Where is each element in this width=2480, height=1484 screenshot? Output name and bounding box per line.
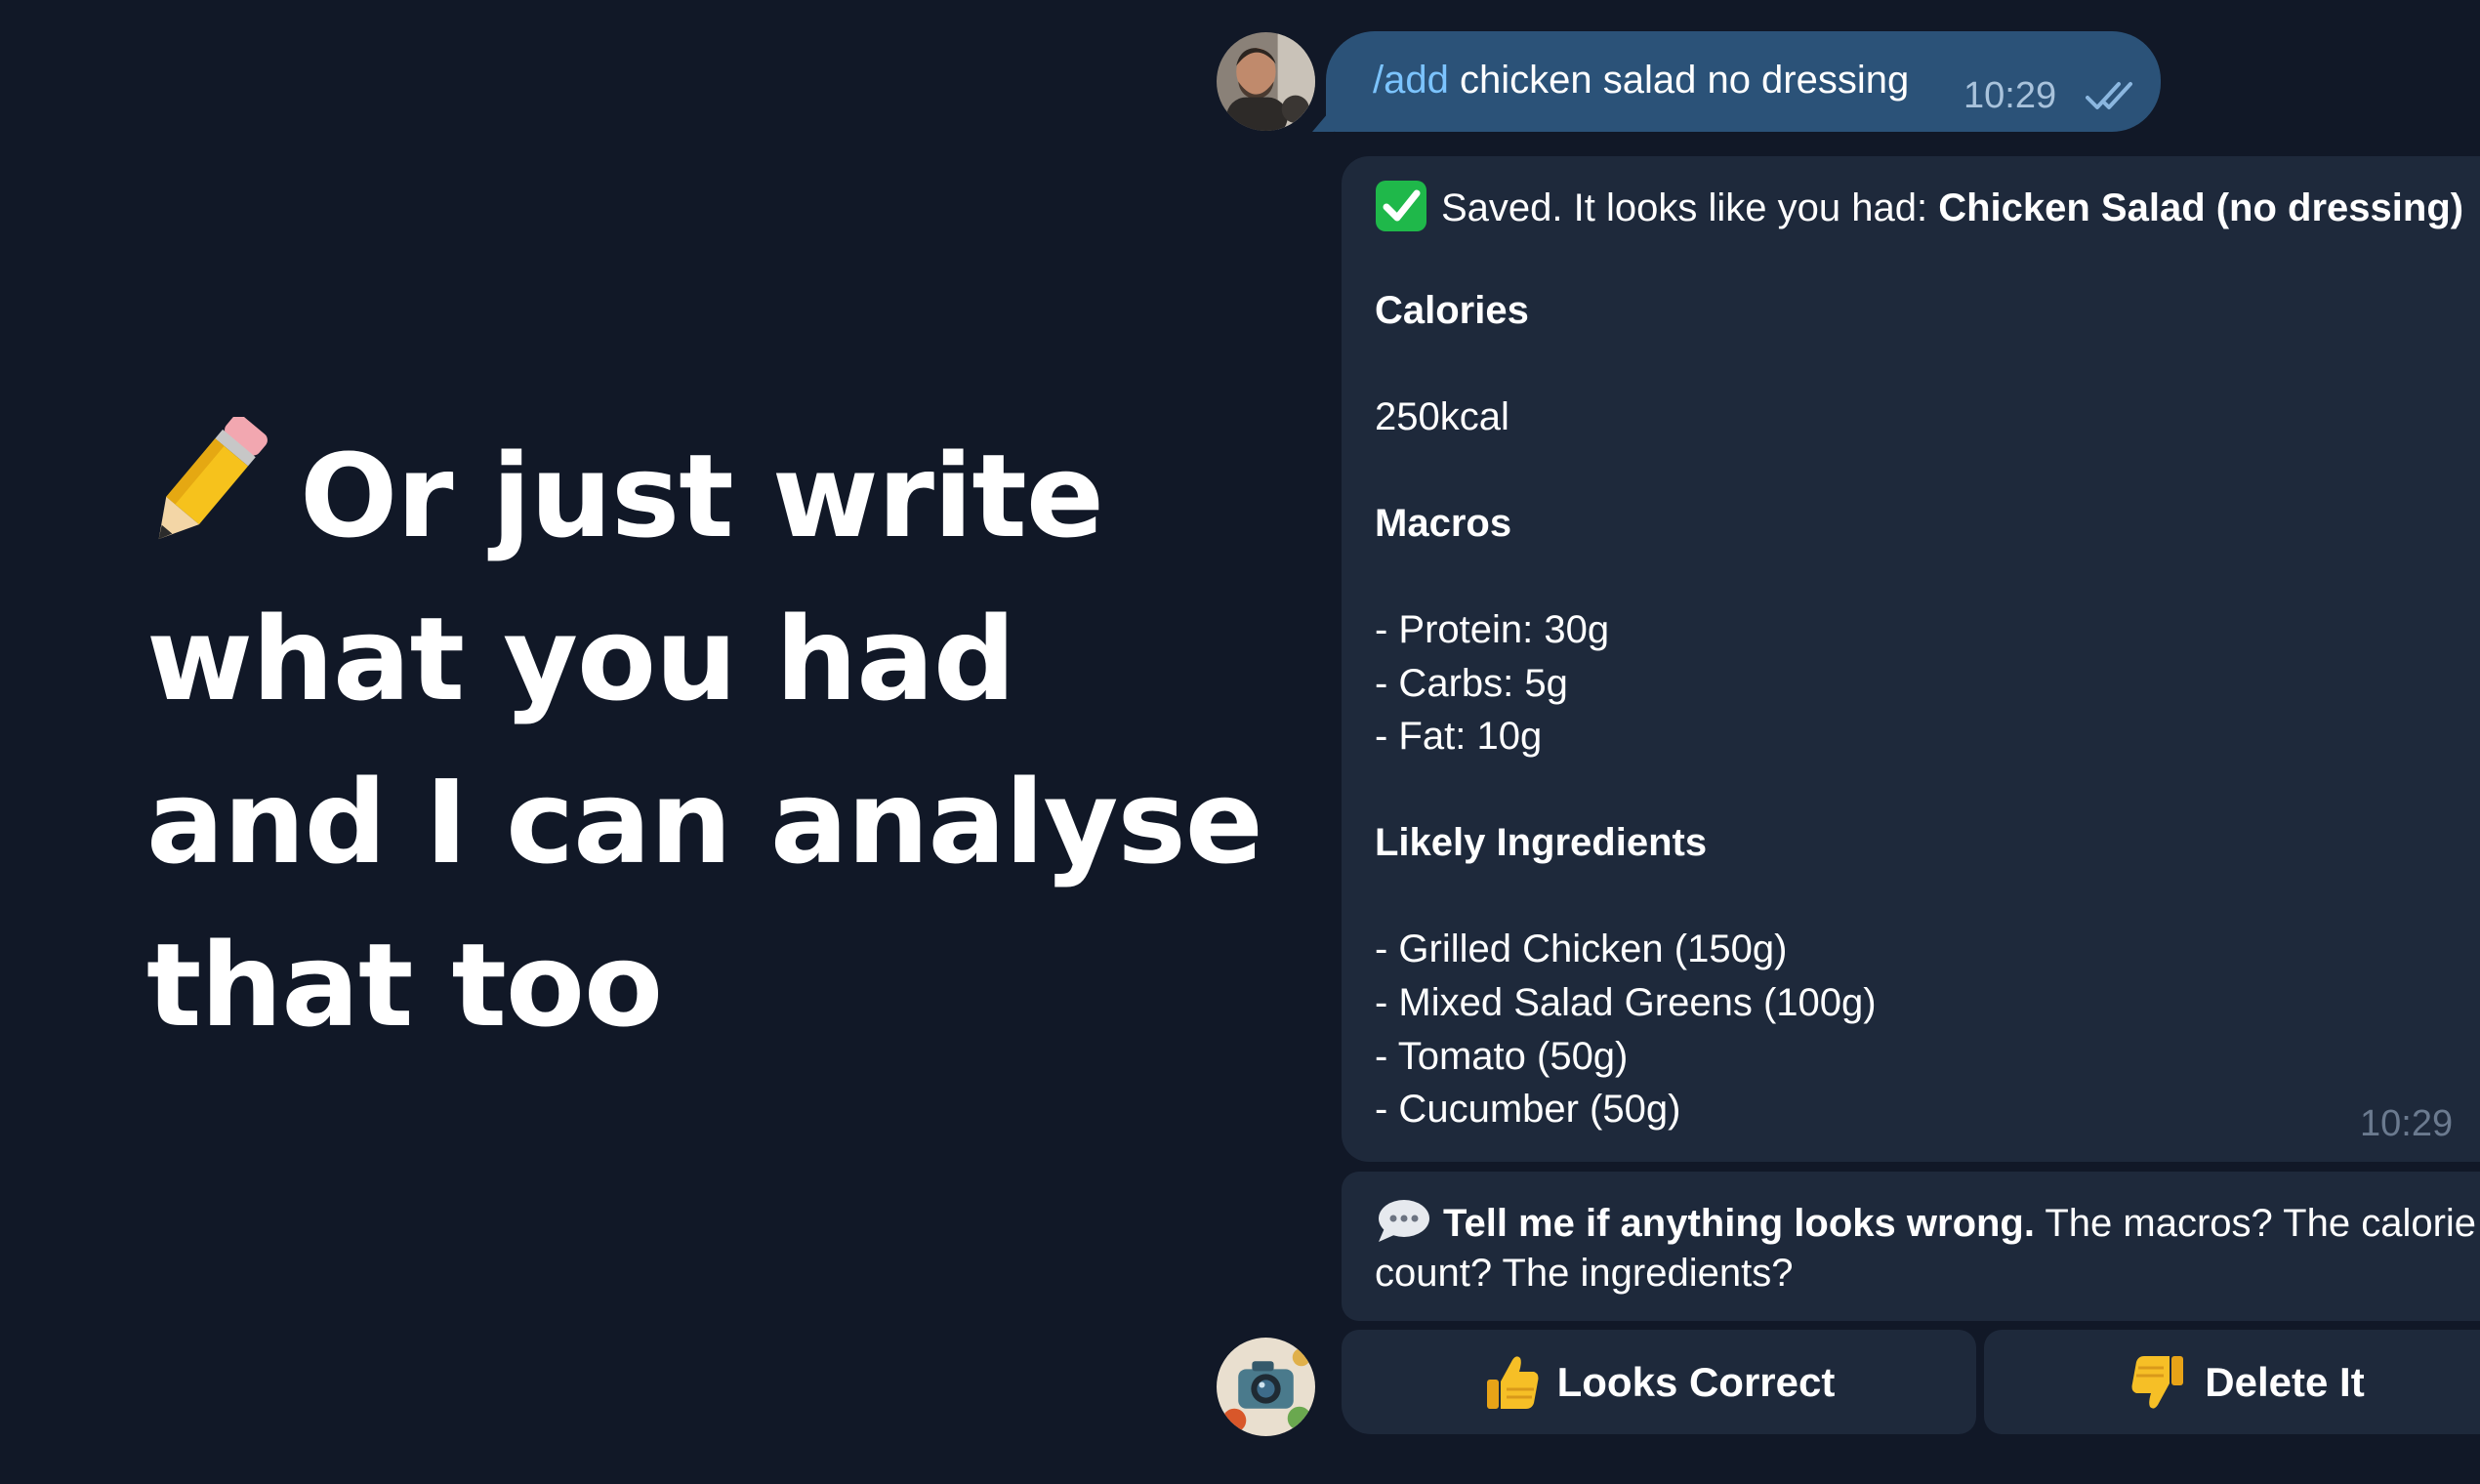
dish-name: Chicken Salad (no dressing) bbox=[1938, 186, 2464, 229]
headline-line-2: what you had bbox=[146, 592, 1015, 726]
thumbs-down-icon bbox=[2131, 1355, 2184, 1409]
ingredient-item: - Tomato (50g) bbox=[1375, 1035, 1629, 1078]
looks-correct-label: Looks Correct bbox=[1556, 1358, 1836, 1405]
macro-fat: - Fat: 10g bbox=[1375, 715, 1543, 758]
ingredients-heading: Likely Ingredients bbox=[1375, 821, 1708, 864]
double-check-icon bbox=[2086, 82, 2132, 109]
user-avatar[interactable] bbox=[1217, 32, 1315, 131]
delete-it-label: Delete It bbox=[2205, 1358, 2365, 1405]
macro-protein: - Protein: 30g bbox=[1375, 608, 1610, 651]
feedback-message[interactable]: Tell me if anything looks wrong. The mac… bbox=[1342, 1172, 2480, 1321]
thumbs-up-icon bbox=[1486, 1355, 1539, 1409]
calories-heading: Calories bbox=[1375, 289, 1529, 332]
looks-correct-button[interactable]: Looks Correct bbox=[1342, 1330, 1976, 1434]
calories-value: 250kcal bbox=[1375, 395, 1509, 438]
bubble-tail bbox=[1312, 106, 1334, 132]
feedback-bold: Tell me if anything looks wrong. bbox=[1443, 1202, 2035, 1245]
saved-line: Saved. It looks like you had: Chicken Sa… bbox=[1375, 180, 2463, 232]
reply-timestamp: 10:29 bbox=[2360, 1103, 2454, 1144]
outgoing-message[interactable]: /add chicken salad no dressing 10:29 bbox=[1312, 31, 2161, 132]
outgoing-message-text: /add chicken salad no dressing bbox=[1373, 59, 1909, 103]
saved-prefix: Saved. It looks like you had: bbox=[1441, 186, 1939, 229]
pencil-icon bbox=[158, 417, 268, 540]
command-link[interactable]: /add bbox=[1373, 59, 1449, 102]
ingredient-item: - Grilled Chicken (150g) bbox=[1375, 928, 1788, 970]
outgoing-timestamp: 10:29 bbox=[1963, 75, 2057, 116]
macro-carbs: - Carbs: 5g bbox=[1375, 662, 1568, 705]
bot-reply-message[interactable]: Saved. It looks like you had: Chicken Sa… bbox=[1342, 156, 2480, 1162]
user-avatar-image bbox=[1217, 32, 1315, 131]
checkmark-box-icon bbox=[1376, 181, 1426, 231]
feedback-line-2: count? The ingredients? bbox=[1375, 1252, 1794, 1295]
feedback-rest: The macros? The calorie bbox=[2034, 1202, 2477, 1245]
speech-bubble-icon bbox=[1379, 1200, 1429, 1242]
feedback-line-1: Tell me if anything looks wrong. The mac… bbox=[1375, 1197, 2476, 1246]
headline-line-4: that too bbox=[146, 918, 663, 1052]
headline: Or just write what you had and I can ana… bbox=[146, 415, 1263, 1067]
headline-line-1: Or just write bbox=[146, 415, 1260, 578]
macros-heading: Macros bbox=[1375, 502, 1512, 545]
headline-text-1: Or just write bbox=[300, 429, 1104, 563]
bot-avatar[interactable] bbox=[1217, 1338, 1315, 1436]
outgoing-message-body: chicken salad no dressing bbox=[1448, 59, 1910, 102]
ingredient-item: - Cucumber (50g) bbox=[1375, 1088, 1681, 1131]
headline-line-3: and I can analyse bbox=[146, 755, 1263, 889]
delete-it-button[interactable]: Delete It bbox=[1984, 1330, 2480, 1434]
ingredient-item: - Mixed Salad Greens (100g) bbox=[1375, 981, 1877, 1024]
camera-avatar-image bbox=[1217, 1338, 1315, 1436]
